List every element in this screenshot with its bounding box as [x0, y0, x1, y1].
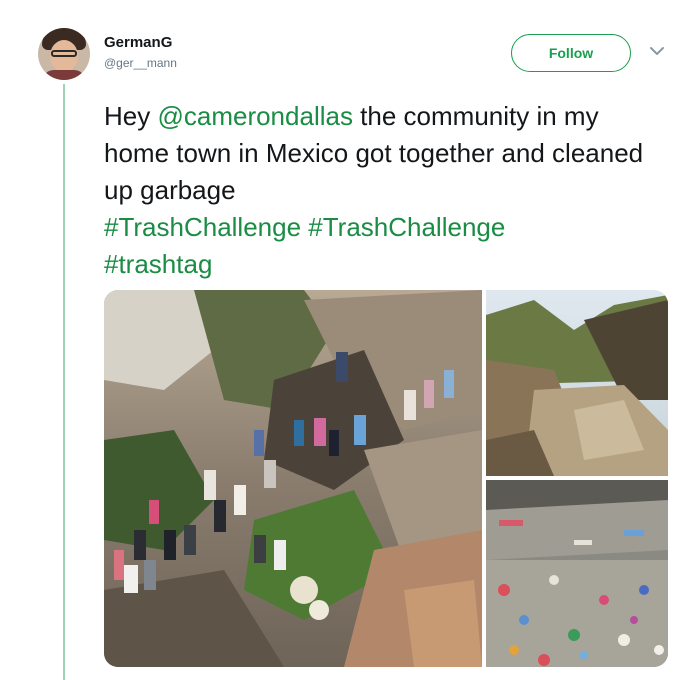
tweet-text: Hey @camerondallas the community in my h… [104, 98, 664, 283]
follow-button[interactable]: Follow [511, 34, 631, 72]
user-info: GermanG @ger__mann [104, 34, 177, 70]
hashtag-link[interactable]: #trashtag [104, 249, 212, 279]
mention-link[interactable]: @camerondallas [157, 101, 352, 131]
hillside-cleanup-photo[interactable] [104, 290, 482, 667]
avatar[interactable] [38, 28, 90, 80]
media-grid [104, 290, 668, 667]
hashtag-link[interactable]: #TrashChallenge [104, 212, 301, 242]
display-name[interactable]: GermanG [104, 34, 177, 51]
user-handle[interactable]: @ger__mann [104, 56, 177, 70]
hashtag-link[interactable]: #TrashChallenge [308, 212, 505, 242]
garbage-field-photo[interactable] [486, 480, 668, 667]
tweet-text-prefix: Hey [104, 101, 158, 131]
thread-line [63, 84, 65, 680]
chevron-down-icon[interactable] [648, 44, 666, 58]
dry-riverbed-photo[interactable] [486, 290, 668, 476]
